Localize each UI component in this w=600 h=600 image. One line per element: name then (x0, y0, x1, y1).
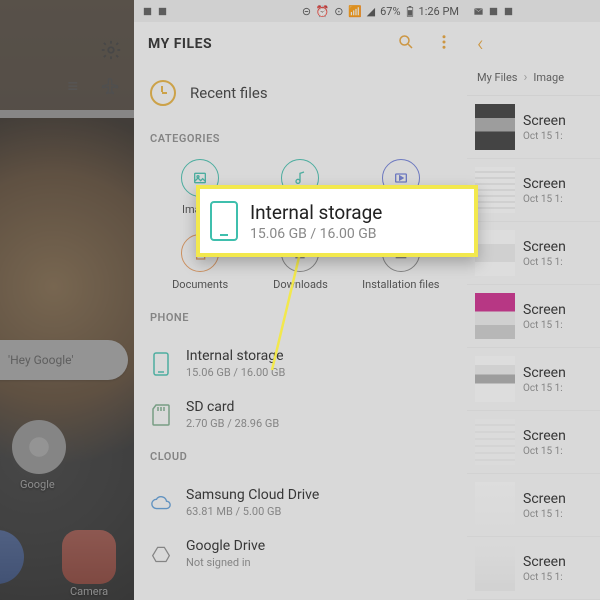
flashlight-icon[interactable]: ≡ (67, 76, 78, 100)
search-placeholder: 'Hey Google' (8, 353, 74, 367)
chevron-right-icon: › (523, 70, 527, 85)
file-name: Screen (523, 428, 566, 444)
callout-title: Internal storage (250, 201, 382, 224)
crumb-images[interactable]: Image (533, 71, 564, 84)
app-header: MY FILES (134, 22, 467, 66)
google-label: Google (20, 478, 55, 491)
clock-text: 1:26 PM (419, 5, 459, 18)
list-item[interactable]: Screen Oct 15 1: (467, 285, 600, 348)
cloud-icon (150, 494, 172, 512)
thumbnail (475, 230, 515, 276)
file-date: Oct 15 1: (523, 194, 566, 205)
drive-icon (150, 545, 172, 563)
thumbnail (475, 545, 515, 591)
thumbnail (475, 167, 515, 213)
callout-highlight: Internal storage 15.06 GB / 16.00 GB (196, 185, 478, 257)
thumbnail (475, 419, 515, 465)
list-item[interactable]: Screen Oct 15 1: (467, 222, 600, 285)
image-folder-panel: ‹ My Files › Image Screen Oct 15 1: Scre… (467, 0, 600, 600)
thumbnail (475, 356, 515, 402)
list-item[interactable]: Screen Oct 15 1: (467, 348, 600, 411)
search-icon[interactable] (397, 33, 415, 55)
phone-icon (150, 352, 172, 376)
homescreen-panel: ≡ ON SETTINGS CLEAR 'Hey Google' Google … (0, 0, 134, 600)
category-label: Downloads (273, 278, 328, 291)
file-list: Screen Oct 15 1: Screen Oct 15 1: Screen… (467, 95, 600, 600)
google-drive-item[interactable]: Google Drive Not signed in (150, 528, 467, 579)
file-name: Screen (523, 554, 566, 570)
phone-header: PHONE (150, 311, 467, 324)
samsung-cloud-item[interactable]: Samsung Cloud Drive 63.81 MB / 5.00 GB (150, 477, 467, 528)
file-name: Screen (523, 491, 566, 507)
file-name: Screen (523, 176, 566, 192)
recent-files-button[interactable]: Recent files (150, 72, 467, 122)
file-name: Screen (523, 113, 566, 129)
list-item[interactable]: Screen Oct 15 1: (467, 411, 600, 474)
quick-settings (0, 24, 134, 80)
category-label: Documents (172, 278, 228, 291)
status-icons: ⊝ ⏰ ⊙ 📶 ◢ (302, 5, 376, 18)
app-header: ‹ (467, 22, 600, 66)
clock-icon (150, 80, 176, 106)
screenshot-icon (503, 6, 514, 17)
callout-subtitle: 15.06 GB / 16.00 GB (250, 226, 382, 242)
list-item[interactable]: Screen Oct 15 1: (467, 474, 600, 537)
thumbnail (475, 293, 515, 339)
breadcrumb: My Files › Image (467, 66, 600, 95)
my-files-panel: ⊝ ⏰ ⊙ 📶 ◢ 67% 1:26 PM MY FILES Recent fi… (134, 0, 467, 600)
google-search-bar[interactable]: 'Hey Google' (0, 340, 128, 380)
more-icon[interactable] (435, 33, 453, 55)
file-date: Oct 15 1: (523, 257, 566, 268)
battery-icon (405, 6, 415, 17)
storage-name: SD card (186, 399, 279, 415)
google-folder-icon[interactable] (12, 420, 66, 474)
internal-storage-item[interactable]: Internal storage 15.06 GB / 16.00 GB (150, 338, 467, 389)
page-title: MY FILES (148, 36, 212, 52)
status-bar (467, 0, 600, 22)
storage-name: Samsung Cloud Drive (186, 487, 319, 503)
sd-card-item[interactable]: SD card 2.70 GB / 28.96 GB (150, 389, 467, 440)
quick-toggles: ≡ (0, 76, 134, 100)
sd-card-icon (150, 404, 172, 426)
recent-files-label: Recent files (190, 84, 268, 102)
phone-icon (210, 201, 238, 241)
airplane-icon[interactable] (100, 76, 120, 100)
back-icon[interactable]: ‹ (477, 32, 484, 57)
screenshot-icon (142, 6, 153, 17)
screenshot-icon (488, 6, 499, 17)
battery-text: 67% (380, 5, 400, 18)
gear-icon[interactable] (100, 39, 122, 65)
file-date: Oct 15 1: (523, 320, 566, 331)
cloud-header: CLOUD (150, 450, 467, 463)
thumbnail (475, 104, 515, 150)
storage-sub: 2.70 GB / 28.96 GB (186, 417, 279, 430)
mail-icon (473, 6, 484, 17)
file-date: Oct 15 1: (523, 572, 566, 583)
categories-header: CATEGORIES (150, 132, 467, 145)
thumbnail (475, 482, 515, 528)
file-name: Screen (523, 365, 566, 381)
file-name: Screen (523, 239, 566, 255)
camera-app-icon[interactable] (62, 530, 116, 584)
screenshot-icon (157, 6, 168, 17)
file-date: Oct 15 1: (523, 131, 566, 142)
storage-sub: 15.06 GB / 16.00 GB (186, 366, 285, 379)
file-date: Oct 15 1: (523, 509, 566, 520)
list-item[interactable]: Screen Oct 15 1: (467, 159, 600, 222)
storage-name: Google Drive (186, 538, 265, 554)
storage-sub: Not signed in (186, 556, 265, 569)
file-date: Oct 15 1: (523, 383, 566, 394)
crumb-myfiles[interactable]: My Files (477, 71, 517, 84)
storage-name: Internal storage (186, 348, 285, 364)
storage-sub: 63.81 MB / 5.00 GB (186, 505, 319, 518)
status-bar: ⊝ ⏰ ⊙ 📶 ◢ 67% 1:26 PM (134, 0, 467, 22)
camera-label: Camera (70, 585, 108, 598)
list-item[interactable]: Screen Oct 15 1: (467, 537, 600, 600)
status-bar (0, 0, 134, 24)
file-date: Oct 15 1: (523, 446, 566, 457)
category-label: Installation files (362, 278, 439, 291)
file-name: Screen (523, 302, 566, 318)
list-item[interactable]: Screen Oct 15 1: (467, 96, 600, 159)
